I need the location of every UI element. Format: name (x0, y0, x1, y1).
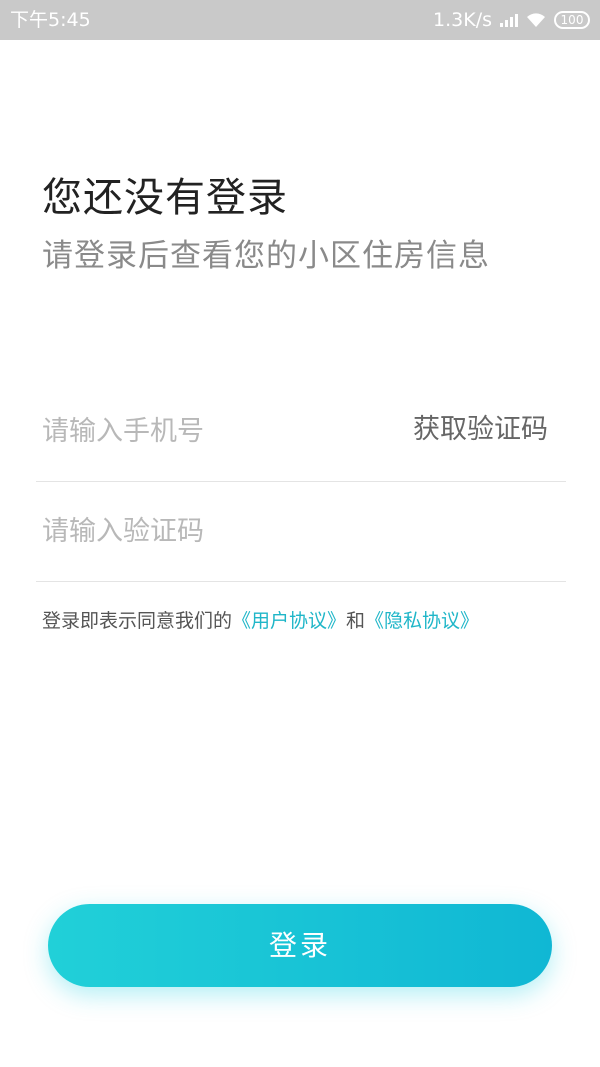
wifi-icon (526, 12, 546, 28)
battery-icon: 100 (554, 11, 590, 29)
network-speed: 1.3K/s (433, 9, 492, 31)
user-agreement-link[interactable]: 《用户协议》 (232, 610, 346, 632)
phone-input[interactable] (42, 405, 382, 457)
verification-code-input[interactable] (42, 505, 382, 557)
login-button[interactable]: 登录 (48, 904, 552, 987)
signal-icon (500, 13, 518, 27)
agreement-conjunction: 和 (346, 610, 366, 632)
code-field-row (36, 481, 566, 582)
status-time: 下午5:45 (10, 9, 91, 31)
phone-field-row: 获取验证码 (36, 381, 566, 482)
page-title: 您还没有登录 (42, 175, 288, 221)
status-bar: 下午5:45 1.3K/s 100 (0, 0, 600, 40)
page-subtitle: 请登录后查看您的小区住房信息 (42, 238, 490, 274)
agreement-prefix: 登录即表示同意我们的 (42, 610, 233, 632)
agreement-text: 登录即表示同意我们的《用户协议》和《隐私协议》 (42, 606, 479, 633)
privacy-policy-link[interactable]: 《隐私协议》 (365, 610, 479, 632)
status-indicators: 1.3K/s 100 (433, 0, 590, 40)
get-code-button[interactable]: 获取验证码 (413, 407, 548, 446)
